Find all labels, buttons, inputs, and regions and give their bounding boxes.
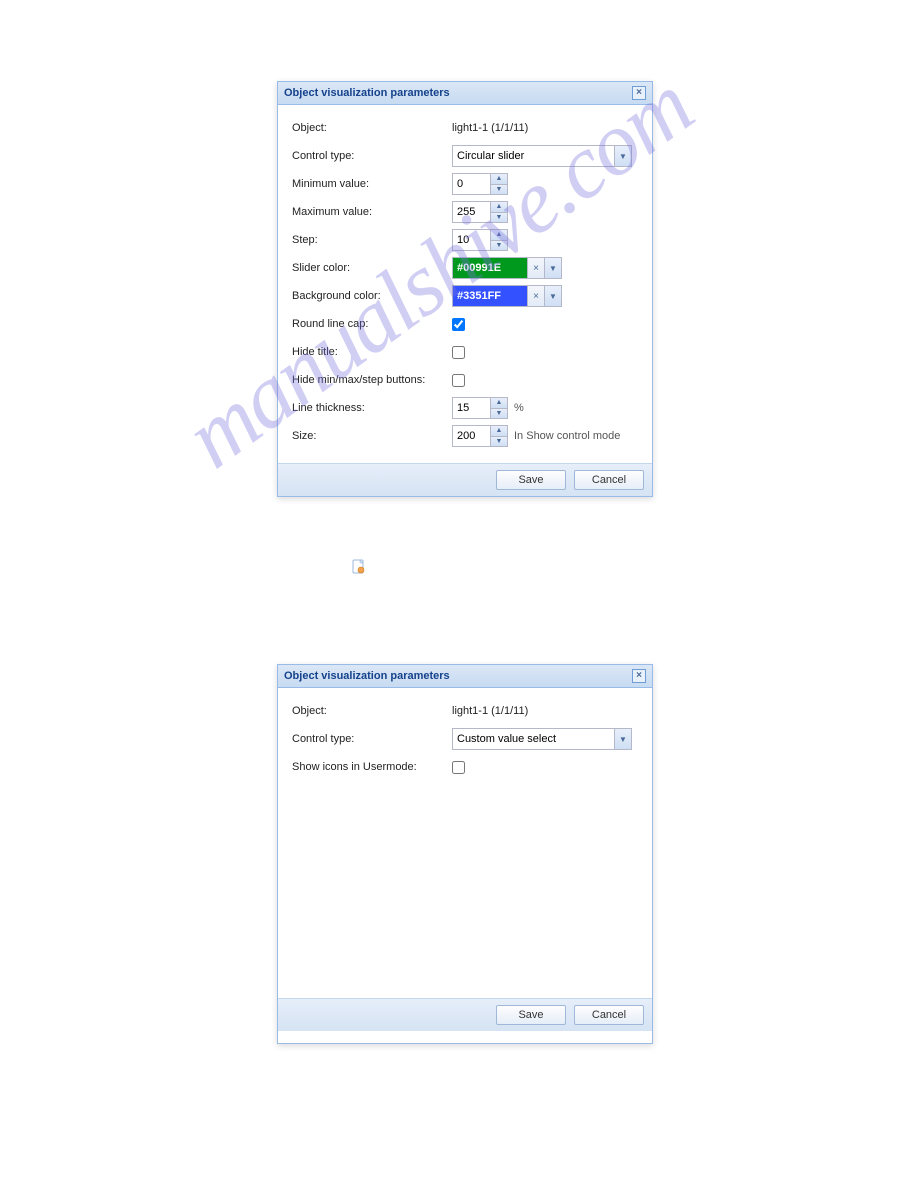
object-label: Object: — [292, 122, 452, 134]
size-label: Size: — [292, 430, 452, 442]
object-value: light1-1 (1/1/11) — [452, 122, 638, 134]
chevron-down-icon[interactable]: ▼ — [544, 258, 561, 278]
spin-up-icon[interactable]: ▲ — [491, 202, 507, 213]
slider-color-picker[interactable]: #00991E × ▼ — [452, 257, 562, 279]
dialog-title: Object visualization parameters — [284, 87, 450, 99]
control-type-label: Control type: — [292, 733, 452, 745]
size-input[interactable] — [453, 426, 490, 446]
line-thickness-label: Line thickness: — [292, 402, 452, 414]
save-button[interactable]: Save — [496, 1005, 566, 1025]
hide-title-label: Hide title: — [292, 346, 452, 358]
percent-suffix: % — [514, 402, 524, 414]
cancel-button[interactable]: Cancel — [574, 1005, 644, 1025]
visualization-params-dialog-2: Object visualization parameters × Object… — [277, 664, 653, 1044]
round-line-cap-checkbox[interactable] — [452, 318, 465, 331]
slider-color-swatch: #00991E — [453, 258, 527, 278]
spin-down-icon[interactable]: ▼ — [491, 241, 507, 251]
visualization-params-dialog-1: Object visualization parameters × Object… — [277, 81, 653, 497]
dialog-footer: Save Cancel — [278, 463, 652, 496]
dialog-body: Object: light1-1 (1/1/11) Control type: … — [278, 688, 652, 998]
slider-color-label: Slider color: — [292, 262, 452, 274]
minimum-value-label: Minimum value: — [292, 178, 452, 190]
control-type-select[interactable]: ▼ — [452, 145, 632, 167]
chevron-down-icon[interactable]: ▼ — [614, 729, 631, 749]
spin-up-icon[interactable]: ▲ — [491, 398, 507, 409]
spin-up-icon[interactable]: ▲ — [491, 230, 507, 241]
hide-buttons-label: Hide min/max/step buttons: — [292, 374, 452, 386]
size-spinner[interactable]: ▲ ▼ — [452, 425, 508, 447]
round-line-cap-label: Round line cap: — [292, 318, 452, 330]
dialog-header: Object visualization parameters × — [278, 665, 652, 688]
control-type-input[interactable] — [453, 146, 614, 166]
minimum-value-input[interactable] — [453, 174, 490, 194]
maximum-value-spinner[interactable]: ▲ ▼ — [452, 201, 508, 223]
object-label: Object: — [292, 705, 452, 717]
size-suffix: In Show control mode — [514, 430, 620, 442]
chevron-down-icon[interactable]: ▼ — [614, 146, 631, 166]
show-icons-checkbox[interactable] — [452, 761, 465, 774]
step-label: Step: — [292, 234, 452, 246]
hide-title-checkbox[interactable] — [452, 346, 465, 359]
dialog-title: Object visualization parameters — [284, 670, 450, 682]
control-type-select[interactable]: ▼ — [452, 728, 632, 750]
background-color-label: Background color: — [292, 290, 452, 302]
hide-buttons-checkbox[interactable] — [452, 374, 465, 387]
close-icon[interactable]: × — [632, 86, 646, 100]
save-button[interactable]: Save — [496, 470, 566, 490]
dialog-footer: Save Cancel — [278, 998, 652, 1031]
line-thickness-input[interactable] — [453, 398, 490, 418]
control-type-label: Control type: — [292, 150, 452, 162]
spin-up-icon[interactable]: ▲ — [491, 426, 507, 437]
spin-down-icon[interactable]: ▼ — [491, 213, 507, 223]
step-spinner[interactable]: ▲ ▼ — [452, 229, 508, 251]
background-color-picker[interactable]: #3351FF × ▼ — [452, 285, 562, 307]
object-value: light1-1 (1/1/11) — [452, 705, 638, 717]
page-icon — [351, 559, 367, 575]
maximum-value-input[interactable] — [453, 202, 490, 222]
maximum-value-label: Maximum value: — [292, 206, 452, 218]
step-input[interactable] — [453, 230, 490, 250]
spin-down-icon[interactable]: ▼ — [491, 409, 507, 419]
minimum-value-spinner[interactable]: ▲ ▼ — [452, 173, 508, 195]
line-thickness-spinner[interactable]: ▲ ▼ — [452, 397, 508, 419]
clear-icon[interactable]: × — [527, 286, 544, 306]
control-type-input[interactable] — [453, 729, 614, 749]
cancel-button[interactable]: Cancel — [574, 470, 644, 490]
spin-down-icon[interactable]: ▼ — [491, 185, 507, 195]
dialog-body: Object: light1-1 (1/1/11) Control type: … — [278, 105, 652, 463]
close-icon[interactable]: × — [632, 669, 646, 683]
chevron-down-icon[interactable]: ▼ — [544, 286, 561, 306]
spin-up-icon[interactable]: ▲ — [491, 174, 507, 185]
background-color-swatch: #3351FF — [453, 286, 527, 306]
show-icons-label: Show icons in Usermode: — [292, 761, 452, 773]
clear-icon[interactable]: × — [527, 258, 544, 278]
dialog-header: Object visualization parameters × — [278, 82, 652, 105]
spin-down-icon[interactable]: ▼ — [491, 437, 507, 447]
